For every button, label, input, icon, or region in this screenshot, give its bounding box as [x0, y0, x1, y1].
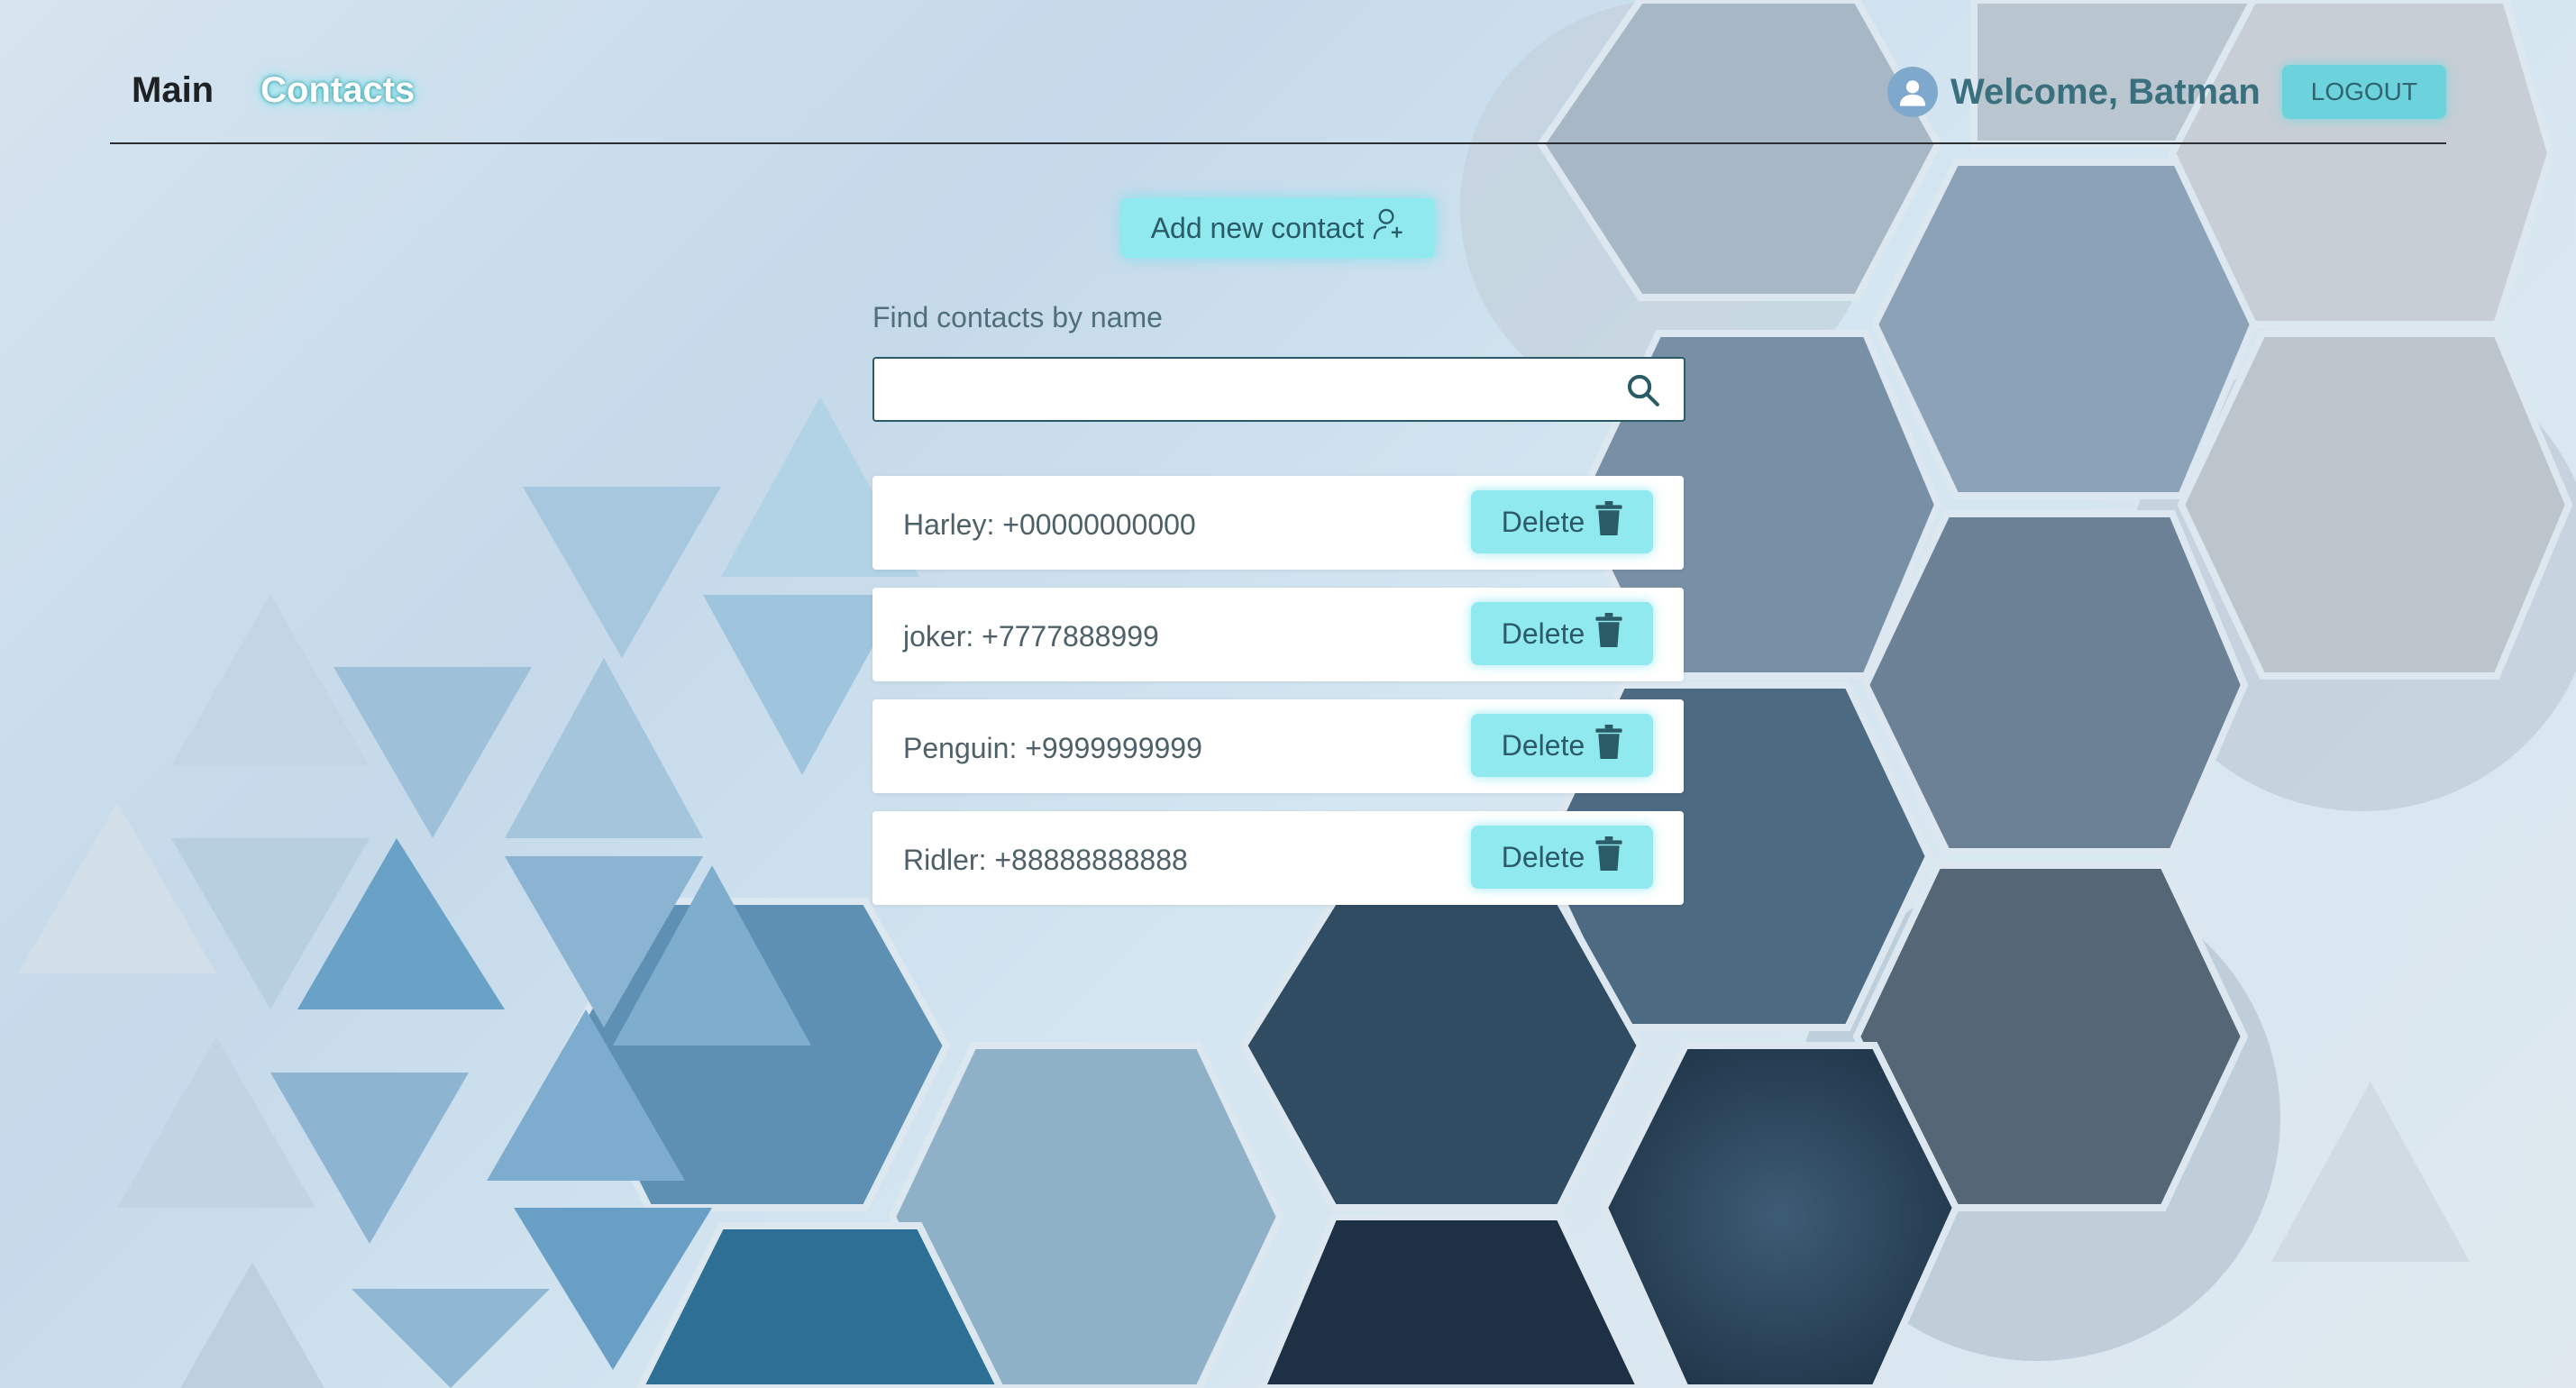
trash-icon — [1595, 613, 1622, 654]
user-plus-icon — [1373, 207, 1405, 249]
add-contact-button[interactable]: Add new contact — [1121, 198, 1435, 258]
main-nav: Main Contacts — [132, 70, 415, 111]
trash-icon — [1595, 836, 1622, 878]
logout-button[interactable]: LOGOUT — [2281, 65, 2446, 119]
contact-text: Ridler: +88888888888 — [903, 844, 1188, 876]
delete-button[interactable]: Delete — [1471, 714, 1653, 777]
welcome-text: Welcome, Batman — [1950, 71, 2261, 112]
trash-icon — [1595, 725, 1622, 766]
search-box — [872, 357, 1685, 422]
contact-list: Harley: +00000000000 Delete joker: +7777… — [872, 476, 1684, 923]
delete-button[interactable]: Delete — [1471, 602, 1653, 665]
contact-item: Harley: +00000000000 Delete — [872, 476, 1684, 570]
delete-button[interactable]: Delete — [1471, 490, 1653, 553]
search-input[interactable] — [874, 359, 1631, 420]
search-icon[interactable] — [1626, 373, 1660, 412]
contact-text: Penguin: +9999999999 — [903, 732, 1202, 764]
nav-main-link[interactable]: Main — [132, 70, 214, 111]
delete-label: Delete — [1501, 616, 1585, 650]
search-label: Find contacts by name — [872, 301, 1163, 333]
delete-label: Delete — [1501, 840, 1585, 873]
delete-label: Delete — [1501, 728, 1585, 762]
delete-label: Delete — [1501, 505, 1585, 538]
trash-icon — [1595, 501, 1622, 543]
user-block: Welcome, Batman LOGOUT — [1886, 65, 2446, 119]
contact-item: joker: +7777888999 Delete — [872, 588, 1684, 681]
delete-button[interactable]: Delete — [1471, 826, 1653, 889]
user-icon — [1886, 67, 1938, 117]
contact-item: Penguin: +9999999999 Delete — [872, 699, 1684, 793]
add-contact-label: Add new contact — [1150, 211, 1365, 244]
header: Main Contacts Welcome, Batman LOGOUT — [110, 52, 2446, 144]
contact-text: joker: +7777888999 — [903, 620, 1159, 653]
contact-item: Ridler: +88888888888 Delete — [872, 811, 1684, 905]
nav-contacts-link[interactable]: Contacts — [260, 70, 415, 111]
contact-text: Harley: +00000000000 — [903, 508, 1196, 541]
